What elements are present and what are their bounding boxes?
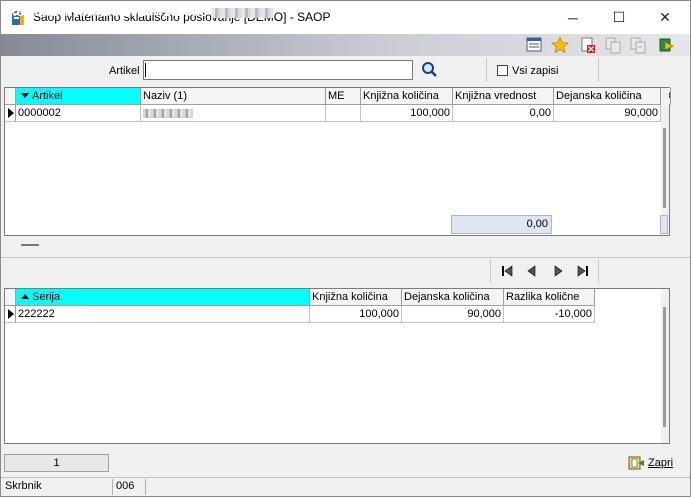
redacted-date [211,7,274,18]
cell-razlika[interactable]: -10,000 [504,306,595,323]
artikel-label: Artikel [109,65,140,77]
status-message [147,479,688,495]
filter-separator [486,58,487,82]
row-indicator-header [5,88,16,105]
scrollbar-thumb[interactable] [663,307,666,427]
current-row-indicator [5,105,16,122]
form-title-text: Rezultat inventure 2025 / 1 z dne [7,4,208,19]
column-header-naziv[interactable]: Naziv (1) [141,88,326,105]
list-icon[interactable] [525,36,543,54]
artikel-search-input[interactable] [143,60,413,80]
horizontal-scrollbar[interactable] [4,236,670,255]
status-code: 006 [114,479,146,495]
vsi-zapisi-label: Vsi zapisi [512,65,559,77]
first-record-icon[interactable] [497,263,517,279]
form-title: Rezultat inventure 2025 / 1 z dne [7,4,274,19]
close-window-button[interactable]: ✕ [642,1,688,34]
last-record-icon[interactable] [573,263,593,279]
sort-desc-icon [21,93,29,98]
close-button-label: Zapri [648,457,674,469]
column-header-razlika[interactable]: Razlika količne [504,289,595,306]
minimize-button[interactable]: ─ [550,1,596,34]
text-caret [145,63,146,77]
redacted-name [143,108,193,118]
column-header-dejanska-kolicina[interactable]: Dejanska količina [402,289,504,306]
nav-separator [490,259,491,283]
table-row[interactable]: 0000002 100,000 0,00 90,000 [5,105,661,122]
copy-icon[interactable] [604,36,622,54]
app-window: Saop Materialno skladiščno poslovanje [D… [0,0,691,497]
inventory-items-grid[interactable]: Artikel Naziv (1) ME Knjižna količina Kn… [4,87,671,236]
cell-me[interactable] [326,105,361,122]
horizontal-scrollbar-thumb[interactable] [21,244,39,246]
grid-header-row: Artikel Naziv (1) ME Knjižna količina Kn… [5,88,671,105]
cell-knjizna-kolicina[interactable]: 100,000 [361,105,453,122]
column-header-serija[interactable]: Serija [16,289,310,306]
column-header-dejanska-kolicina[interactable]: Dejanska količina [554,88,661,105]
close-door-icon [628,456,644,470]
star-icon[interactable] [551,36,569,54]
sum-cell-d [660,215,668,234]
cell-artikel[interactable]: 0000002 [16,105,141,122]
filter-separator [598,58,599,82]
exit-icon[interactable] [657,36,675,54]
next-record-icon[interactable] [548,263,568,279]
close-button[interactable]: Zapri [627,453,679,473]
sort-asc-icon [21,294,29,299]
scrollbar-thumb[interactable] [663,128,666,208]
maximize-button[interactable]: ☐ [596,1,642,34]
series-grid[interactable]: Serija Knjižna količina Dejanska količin… [4,288,670,444]
search-icon[interactable] [420,61,440,79]
cell-serija[interactable]: 222222 [16,306,310,323]
cell-naziv[interactable] [141,105,326,122]
cell-knjizna-vrednost[interactable]: 0,00 [453,105,554,122]
vsi-zapisi-checkbox[interactable] [497,65,508,76]
nav-separator [598,259,599,283]
vertical-scrollbar[interactable] [661,88,669,235]
column-header-me[interactable]: ME [326,88,361,105]
column-header-knjizna-kolicina[interactable]: Knjižna količina [361,88,453,105]
previous-record-icon[interactable] [522,263,542,279]
table-row[interactable]: 222222 100,000 90,000 -10,000 [5,306,595,323]
record-count: 1 [4,454,109,472]
copy-alt-icon[interactable] [629,36,647,54]
delete-document-icon[interactable] [579,36,597,54]
row-indicator-header [5,289,16,306]
cell-dejanska-kolicina[interactable]: 90,000 [402,306,504,323]
column-header-knjizna-vrednost[interactable]: Knjižna vrednost [453,88,554,105]
column-header-artikel[interactable]: Artikel [16,88,141,105]
cell-knjizna-kolicina[interactable]: 100,000 [310,306,402,323]
status-user: Skrbnik [3,479,113,495]
column-header-knjizna-kolicina[interactable]: Knjižna količina [310,289,402,306]
grid-header-row: Serija Knjižna količina Dejanska količin… [5,289,595,306]
vertical-scrollbar[interactable] [661,289,669,443]
cell-dejanska-kolicina[interactable]: 90,000 [554,105,661,122]
current-row-indicator [5,306,16,323]
sum-knjizna-vrednost: 0,00 [451,215,552,234]
